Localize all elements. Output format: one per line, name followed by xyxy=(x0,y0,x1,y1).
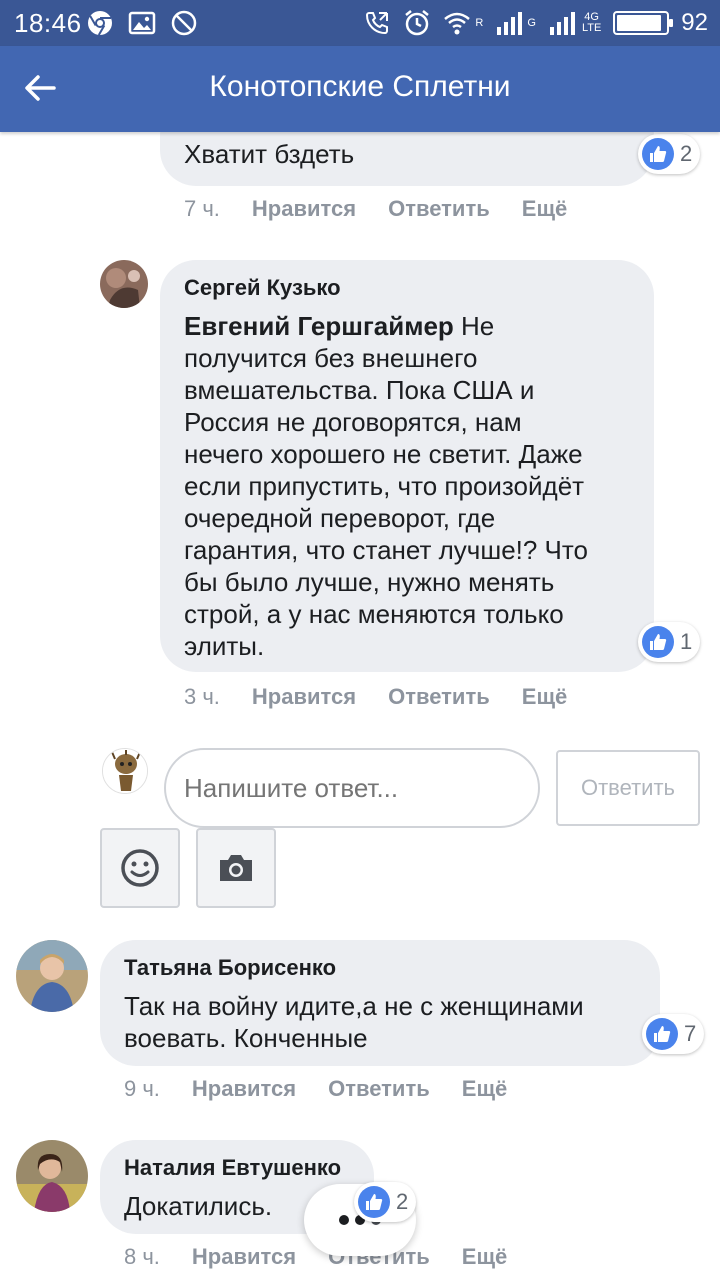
comment-line: вмешательства. Пока США и xyxy=(184,375,535,405)
page-title: Конотопские Сплетни xyxy=(209,70,511,103)
comment-line: строй, а у нас меняются только xyxy=(184,599,564,629)
like-count-badge[interactable]: 1 xyxy=(638,622,701,662)
signal-icon-2 xyxy=(549,12,575,35)
more-link[interactable]: Ещё xyxy=(522,196,567,222)
like-link[interactable]: Нравится xyxy=(192,1076,296,1102)
status-bar: 18:46 R G 4G LTE 92 xyxy=(0,0,720,46)
lte-badge: 4G LTE xyxy=(582,12,601,34)
like-link[interactable]: Нравится xyxy=(252,196,356,222)
comment-line: Россия не договорятся, нам xyxy=(184,407,522,437)
comment-time: 3 ч. xyxy=(184,684,220,709)
signal-icon xyxy=(497,12,523,35)
avatar[interactable] xyxy=(100,260,148,308)
comment-line: бы было лучше, нужно менять xyxy=(184,567,555,597)
comment-text: Хватит бздеть xyxy=(184,139,355,169)
reply-link[interactable]: Ответить xyxy=(388,196,490,222)
thumbs-up-icon xyxy=(646,1018,678,1050)
typing-dot xyxy=(339,1215,349,1225)
status-left-icons xyxy=(86,8,198,38)
smiley-icon xyxy=(121,849,159,887)
comment-line: очередной переворот, где xyxy=(184,503,496,533)
like-count: 2 xyxy=(396,1189,409,1214)
comment-line: элиты. xyxy=(184,631,265,661)
mention-link[interactable]: Евгений Гершгаймер xyxy=(184,311,454,341)
app-bar: Конотопские Сплетни xyxy=(0,46,720,132)
chrome-icon xyxy=(88,11,112,36)
like-link[interactable]: Нравится xyxy=(252,684,356,710)
comment-line: гарантия, что станет лучше!? Что xyxy=(184,535,588,565)
reply-input[interactable] xyxy=(164,748,540,828)
do-not-disturb-icon xyxy=(171,10,197,36)
comment-author[interactable]: Сергей Кузько xyxy=(184,274,630,302)
lte-label: LTE xyxy=(581,22,602,34)
comment-actions: 7 ч. Нравится Ответить Ещё xyxy=(184,196,599,222)
comment-text: Так на войну идите,а не с женщинами воев… xyxy=(124,990,636,1054)
comment-text: Евгений Гершгаймер Не получится без внеш… xyxy=(184,310,630,662)
like-count-badge[interactable]: 2 xyxy=(354,1182,417,1222)
comment-line: если припустить, что произойдёт xyxy=(184,471,585,501)
avatar[interactable] xyxy=(16,1140,88,1212)
battery-icon xyxy=(613,11,674,35)
network-label-r: R xyxy=(475,17,484,29)
status-right-icons: R G 4G LTE 92 xyxy=(363,6,708,40)
reply-submit-button[interactable]: Ответить xyxy=(556,750,700,826)
call-icon xyxy=(366,12,389,35)
emoji-button[interactable] xyxy=(100,828,180,908)
status-time: 18:46 xyxy=(14,8,82,38)
comment-line: получится без внешнего xyxy=(184,343,478,373)
thumbs-up-icon xyxy=(642,626,674,658)
comment-bubble[interactable]: Татьяна Борисенко Так на войну идите,а н… xyxy=(100,940,660,1066)
comment-bubble[interactable]: Сергей Кузько Евгений Гершгаймер Не полу… xyxy=(160,260,654,672)
like-count: 2 xyxy=(680,141,693,166)
like-count-badge[interactable]: 7 xyxy=(642,1014,705,1054)
like-count: 7 xyxy=(684,1021,697,1046)
comment-line: Не xyxy=(453,311,495,341)
avatar[interactable] xyxy=(16,940,88,1012)
photo-button[interactable] xyxy=(196,828,276,908)
gallery-icon xyxy=(128,11,156,35)
reply-link[interactable]: Ответить xyxy=(328,1076,430,1102)
comment-actions: 9 ч. Нравится Ответить Ещё xyxy=(124,1076,539,1102)
thumbs-up-icon xyxy=(358,1186,390,1218)
like-count-badge[interactable]: 2 xyxy=(638,134,701,174)
current-user-avatar xyxy=(102,748,148,794)
comment-line: Докатились. xyxy=(124,1191,273,1221)
like-link[interactable]: Нравится xyxy=(192,1244,296,1270)
more-link[interactable]: Ещё xyxy=(462,1244,507,1270)
more-link[interactable]: Ещё xyxy=(522,684,567,710)
camera-icon xyxy=(220,855,252,881)
more-link[interactable]: Ещё xyxy=(462,1076,507,1102)
network-label-g: G xyxy=(527,17,536,29)
comment-line: воевать. Конченные xyxy=(124,1023,368,1053)
comment-time: 9 ч. xyxy=(124,1076,160,1101)
thumbs-up-icon xyxy=(642,138,674,170)
comment-time: 8 ч. xyxy=(124,1244,160,1269)
reply-link[interactable]: Ответить xyxy=(388,684,490,710)
alarm-icon xyxy=(405,10,430,36)
comment-actions: 3 ч. Нравится Ответить Ещё xyxy=(184,684,599,710)
comment-time: 7 ч. xyxy=(184,196,220,221)
comment-line: нечего хорошего не светит. Даже xyxy=(184,439,583,469)
comment-author[interactable]: Наталия Евтушенко xyxy=(124,1154,350,1182)
battery-percent: 92 xyxy=(681,9,708,36)
comment-line: Так на войну идите,а не с женщинами xyxy=(124,991,584,1021)
like-count: 1 xyxy=(680,629,693,654)
battery-fill xyxy=(617,15,662,31)
wifi-icon xyxy=(444,12,471,35)
comment-author[interactable]: Татьяна Борисенко xyxy=(124,954,636,982)
